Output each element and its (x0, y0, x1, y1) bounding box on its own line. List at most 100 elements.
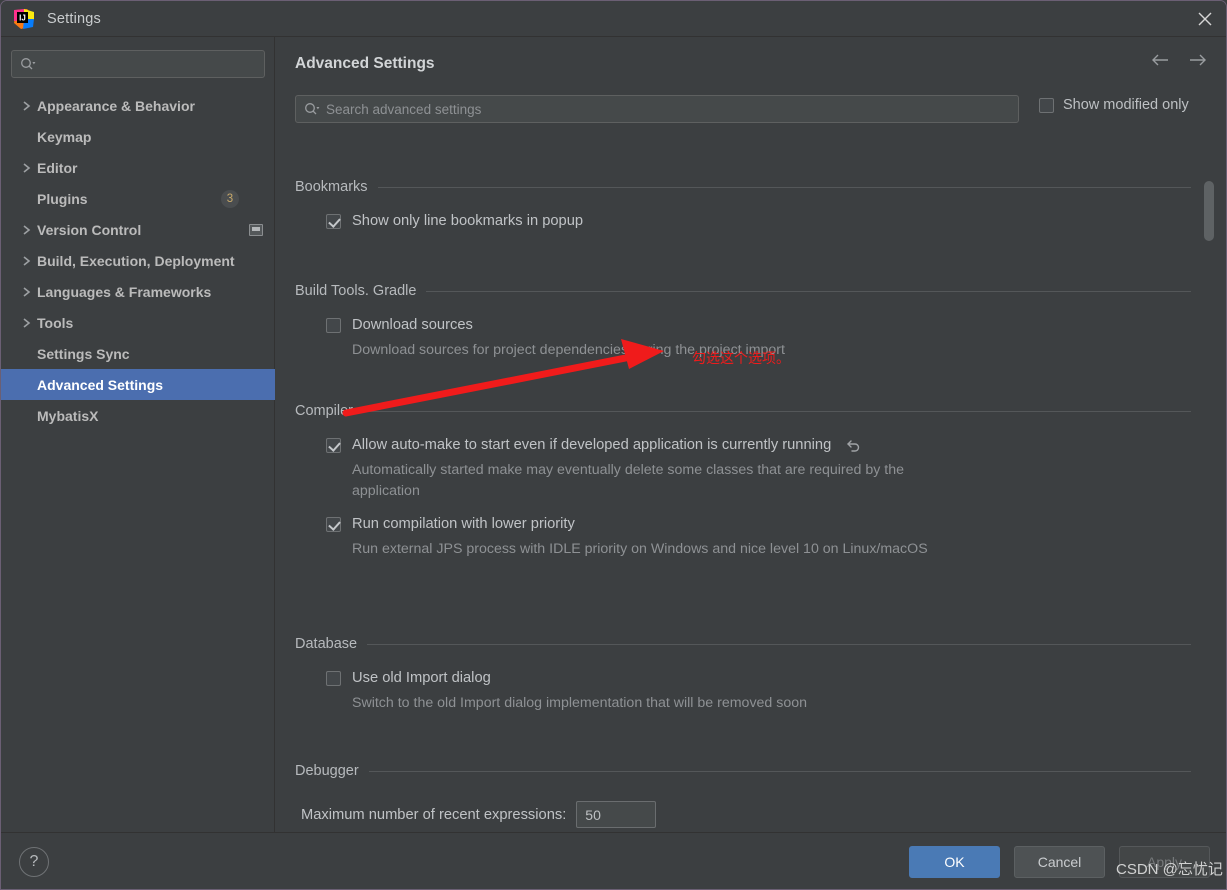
sidebar-item-label: Plugins (37, 190, 88, 207)
option-label: Allow auto-make to start even if develop… (352, 437, 832, 453)
show-modified-only-box[interactable] (1039, 97, 1054, 113)
option-checkbox-row[interactable]: Use old Import dialog (326, 670, 1191, 686)
section-header: Bookmarks (295, 179, 1191, 195)
chevron-right-icon[interactable] (17, 97, 35, 115)
cancel-button[interactable]: Cancel (1014, 846, 1105, 878)
sidebar-item-mybatisx[interactable]: MybatisX (1, 400, 275, 431)
section-title: Bookmarks (295, 179, 368, 195)
option-checkbox-row[interactable]: Allow auto-make to start even if develop… (326, 437, 1191, 453)
settings-tree: Appearance & Behavior Keymap Editor Plugins… (1, 90, 275, 431)
option-description: Switch to the old Import dialog implemen… (352, 695, 808, 711)
sidebar-item-version-control[interactable]: Version Control (1, 214, 275, 245)
option-label: Download sources (352, 317, 473, 333)
sidebar-search-field[interactable] (11, 50, 265, 78)
sidebar-item-label: MybatisX (37, 407, 99, 424)
intellij-idea-logo-icon: IJ (13, 8, 35, 30)
checkbox[interactable] (326, 317, 341, 333)
plugins-count-badge: 3 (221, 189, 239, 208)
section-header: Compiler (295, 403, 1191, 419)
section-title: Database (295, 636, 358, 652)
max-recent-expressions-label: Maximum number of recent expressions: (301, 806, 567, 823)
title-bar: IJ Settings (1, 1, 1226, 37)
sidebar-item-advanced-settings[interactable]: Advanced Settings (1, 369, 275, 400)
advanced-settings-search-input[interactable] (322, 101, 1018, 117)
option-use-old-import-dialog: Use old Import dialog Switch to the old I… (326, 670, 1191, 714)
project-scope-icon (249, 223, 263, 236)
sidebar-item-build-execution-deployment[interactable]: Build, Execution, Deployment (1, 245, 275, 276)
sidebar-item-label: Settings Sync (37, 345, 130, 362)
vertical-scrollbar-thumb[interactable] (1204, 181, 1214, 241)
section-divider (426, 290, 1191, 292)
show-modified-only-checkbox[interactable]: Show modified only (1039, 97, 1189, 113)
section-title: Compiler (295, 403, 354, 419)
settings-sidebar: Appearance & Behavior Keymap Editor Plugins… (1, 37, 275, 832)
csdn-watermark: CSDN @忘忧记 (1116, 861, 1223, 878)
section-title: Build Tools. Gradle (295, 283, 417, 299)
option-checkbox-row[interactable]: Run compilation with lower priority (326, 516, 1191, 532)
sidebar-item-settings-sync[interactable]: Settings Sync (1, 338, 275, 369)
window-title: Settings (47, 10, 101, 27)
section-database: Database Use old Import dialog Switch to t… (295, 636, 1191, 714)
section-bookmarks: Bookmarks Show only line bookmarks in pop… (295, 179, 1191, 229)
max-recent-expressions-row: Maximum number of recent expressions: 50 (301, 801, 1191, 828)
sidebar-item-label: Advanced Settings (37, 376, 164, 393)
section-header: Debugger (295, 763, 1191, 779)
option-show-only-line-bookmarks-in-popup: Show only line bookmarks in popup (326, 213, 1191, 229)
option-description: Automatically started make may eventuall… (352, 462, 905, 499)
search-icon (20, 56, 38, 72)
section-divider (367, 643, 1191, 645)
sidebar-item-label: Tools (37, 314, 74, 331)
settings-dialog: IJ Settings Appearance & Behavior Keymap E… (0, 0, 1227, 890)
page-title: Advanced Settings (295, 55, 435, 72)
close-icon[interactable] (1182, 1, 1226, 36)
checkbox[interactable] (326, 437, 341, 453)
section-divider (363, 410, 1191, 412)
option-allow-auto-make-to-start-even-if-developed-application-is-currently-running: Allow auto-make to start even if develop… (326, 437, 1191, 502)
settings-scroll-area: Bookmarks Show only line bookmarks in pop… (276, 137, 1226, 832)
sidebar-item-label: Build, Execution, Deployment (37, 252, 235, 269)
option-checkbox-row[interactable]: Download sources (326, 317, 1191, 333)
sidebar-search-input[interactable] (38, 56, 264, 72)
option-label: Show only line bookmarks in popup (352, 213, 584, 229)
ok-button[interactable]: OK (909, 846, 1000, 878)
search-icon (304, 101, 322, 117)
show-modified-only-label: Show modified only (1063, 97, 1189, 113)
advanced-settings-search-field[interactable] (295, 95, 1019, 123)
chevron-right-icon[interactable] (17, 314, 35, 332)
option-label: Run compilation with lower priority (352, 516, 575, 532)
sidebar-item-tools[interactable]: Tools (1, 307, 275, 338)
chevron-right-icon[interactable] (17, 252, 35, 270)
section-compiler: Compiler Allow auto-make to start even if… (295, 403, 1191, 560)
checkbox[interactable] (326, 516, 341, 532)
option-download-sources: Download sources Download sources for pro… (326, 317, 1191, 361)
vertical-scrollbar-track[interactable] (1204, 177, 1214, 837)
chevron-right-icon[interactable] (17, 221, 35, 239)
sidebar-item-plugins[interactable]: Plugins 3 (1, 183, 275, 214)
help-icon[interactable]: ? (19, 847, 49, 877)
sidebar-item-appearance-behavior[interactable]: Appearance & Behavior (1, 90, 275, 121)
sidebar-item-languages-frameworks[interactable]: Languages & Frameworks (1, 276, 275, 307)
option-run-compilation-with-lower-priority: Run compilation with lower priority Run e… (326, 516, 1191, 560)
chevron-right-icon[interactable] (17, 283, 35, 301)
section-debugger: Debugger Maximum number of recent express… (295, 763, 1191, 828)
sidebar-item-label: Appearance & Behavior (37, 97, 195, 114)
sidebar-item-editor[interactable]: Editor (1, 152, 275, 183)
sidebar-item-label: Editor (37, 159, 78, 176)
option-description: Download sources for project dependencie… (352, 342, 785, 358)
chevron-right-icon[interactable] (17, 159, 35, 177)
arrow-left-icon[interactable] (1150, 53, 1170, 73)
max-recent-expressions-input[interactable]: 50 (576, 801, 657, 828)
max-recent-expressions-value: 50 (585, 806, 601, 823)
sidebar-item-keymap[interactable]: Keymap (1, 121, 275, 152)
sidebar-item-label: Languages & Frameworks (37, 283, 212, 300)
option-checkbox-row[interactable]: Show only line bookmarks in popup (326, 213, 1191, 229)
checkbox[interactable] (326, 213, 341, 229)
revert-icon[interactable] (846, 437, 862, 453)
settings-content: Advanced Settings Search advanced settin… (276, 37, 1226, 832)
navigation-arrows (1150, 53, 1208, 73)
checkbox[interactable] (326, 670, 341, 686)
arrow-right-icon[interactable] (1188, 53, 1208, 73)
section-header: Database (295, 636, 1191, 652)
option-label: Use old Import dialog (352, 670, 491, 686)
section-build-tools-gradle: Build Tools. Gradle Download sources Downl… (295, 283, 1191, 361)
